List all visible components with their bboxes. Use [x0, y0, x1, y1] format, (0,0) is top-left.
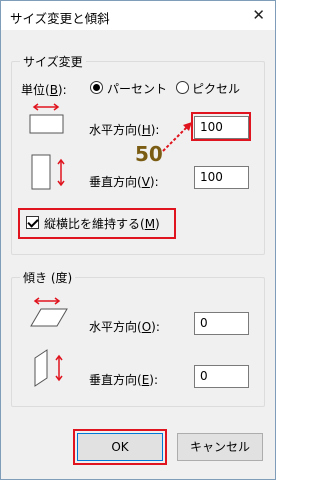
pixel-label[interactable]: ピクセル	[192, 80, 240, 97]
resize-vertical-icon	[31, 154, 65, 190]
resize-horizontal-icon	[29, 103, 64, 134]
pixel-radio[interactable]	[176, 81, 189, 94]
annotation-value: 50	[135, 142, 163, 166]
skew-legend: 傾き (度)	[20, 269, 76, 286]
skew-vertical-input[interactable]: 0	[194, 365, 249, 388]
resize-skew-dialog: サイズ変更と傾斜 ✕ サイズ変更 単位(B): パーセント ピクセル 水平方向(…	[0, 0, 276, 480]
percent-radio[interactable]	[90, 81, 103, 94]
resize-legend: サイズ変更	[20, 53, 86, 70]
unit-label: 単位(B):	[21, 83, 67, 97]
resize-vertical-input[interactable]: 100	[194, 166, 249, 189]
ok-button-highlight	[73, 429, 167, 465]
keep-ratio-highlight	[18, 208, 176, 239]
skew-vertical-label: 垂直方向(E):	[89, 373, 159, 387]
resize-vertical-label: 垂直方向(V):	[89, 175, 159, 189]
skew-vertical-icon	[34, 349, 63, 387]
percent-label[interactable]: パーセント	[107, 80, 167, 97]
cancel-button[interactable]: キャンセル	[177, 433, 263, 461]
dialog-title: サイズ変更と傾斜	[10, 11, 110, 26]
horizontal-input-highlight	[191, 112, 251, 141]
annotation-arrow-icon	[162, 122, 192, 152]
skew-horizontal-icon	[30, 297, 68, 327]
resize-horizontal-label: 水平方向(H):	[89, 123, 160, 137]
skew-horizontal-input[interactable]: 0	[194, 312, 249, 335]
close-icon[interactable]: ✕	[252, 6, 265, 24]
title-bar: サイズ変更と傾斜 ✕	[1, 1, 275, 30]
skew-horizontal-label: 水平方向(O):	[89, 320, 160, 334]
